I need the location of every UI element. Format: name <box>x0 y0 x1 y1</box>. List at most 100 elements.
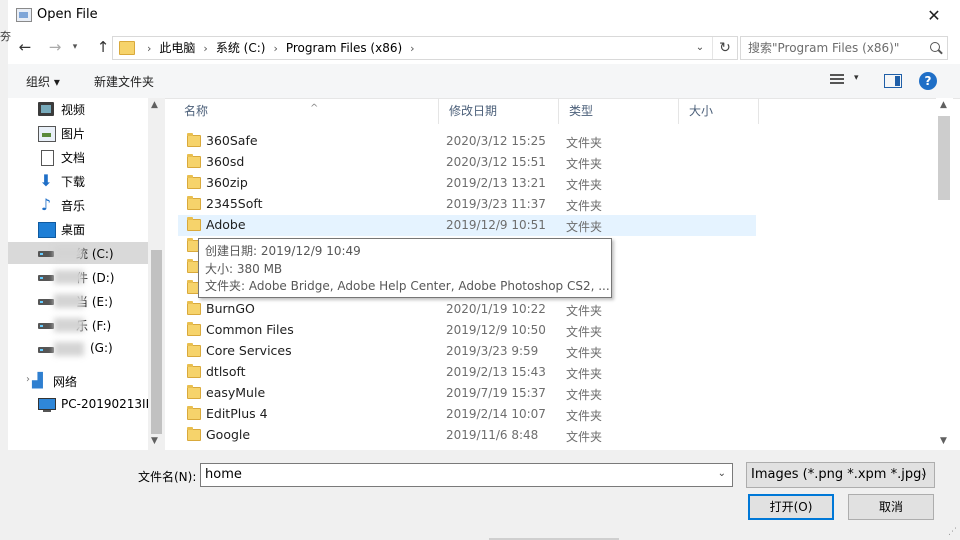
file-name: EditPlus 4 <box>206 406 268 421</box>
column-header-label: 名称 <box>184 104 209 118</box>
open-button[interactable]: 打开(O) <box>748 494 834 520</box>
nav-item-drive-g[interactable]: (G:) <box>8 338 156 360</box>
nav-item-videos[interactable]: 视频 <box>8 98 156 120</box>
column-header-name[interactable]: 名称 ^ <box>174 98 439 124</box>
resize-grip-icon[interactable]: ⋰ <box>948 527 957 537</box>
folder-icon <box>187 301 201 315</box>
scrollbar-thumb[interactable] <box>938 116 950 200</box>
chevron-down-icon[interactable]: ▾ <box>854 73 859 83</box>
table-row[interactable]: 360sd 2020/3/12 15:51 文件夹 <box>178 152 756 173</box>
tooltip-created: 创建日期: 2019/12/9 10:49 <box>205 244 361 258</box>
chevron-up-icon[interactable]: ▲ <box>940 100 947 110</box>
help-icon[interactable]: ? <box>919 72 937 90</box>
file-name: Google <box>206 427 251 442</box>
file-type: 文件夹 <box>566 409 603 423</box>
breadcrumb-separator-icon[interactable]: › <box>410 42 414 55</box>
file-type: 文件夹 <box>566 157 603 171</box>
table-row[interactable]: Google 2019/11/6 8:48 文件夹 <box>178 425 756 446</box>
sort-ascending-icon: ^ <box>310 103 319 114</box>
filename-input[interactable]: home ⌄ <box>200 463 733 487</box>
table-row[interactable]: Core Services 2019/3/23 9:59 文件夹 <box>178 341 756 362</box>
organize-button[interactable]: 组织 ▾ <box>26 73 60 90</box>
file-date: 2020/1/19 10:22 <box>446 302 546 316</box>
breadcrumb-separator-icon[interactable]: › <box>203 42 207 55</box>
table-row[interactable]: BurnGO 2020/1/19 10:22 文件夹 <box>178 299 756 320</box>
column-header-type[interactable]: 类型 <box>559 98 679 124</box>
nav-item-label: PC-20190213IR <box>61 397 154 411</box>
breadcrumb-drive-c[interactable]: 系统 (C:) <box>216 41 266 55</box>
nav-item-desktop[interactable]: 桌面 <box>8 218 156 240</box>
address-bar[interactable]: › 此电脑 › 系统 (C:) › Program Files (x86) › ⌄ ↻ <box>112 36 738 60</box>
nav-item-computer[interactable]: PC-20190213IR <box>8 394 156 416</box>
table-row[interactable]: Common Files 2019/12/9 10:50 文件夹 <box>178 320 756 341</box>
file-date: 2019/3/23 11:37 <box>446 197 546 211</box>
column-header-size[interactable]: 大小 <box>679 98 759 124</box>
search-icon[interactable] <box>930 42 940 52</box>
nav-item-music[interactable]: ♪ 音乐 <box>8 194 156 216</box>
nav-item-drive-f[interactable]: 乐 (F:) <box>8 314 156 336</box>
nav-item-network[interactable]: › ▟ 网络 <box>8 370 156 392</box>
arrow-right-icon: → <box>48 38 62 56</box>
chevron-down-icon[interactable]: ⌄ <box>718 468 726 479</box>
chevron-right-icon[interactable]: › <box>26 374 30 385</box>
file-date: 2019/11/6 8:48 <box>446 428 539 442</box>
column-header-date[interactable]: 修改日期 <box>439 98 559 124</box>
table-row[interactable]: EditPlus 4 2019/2/14 10:07 文件夹 <box>178 404 756 425</box>
file-name: Common Files <box>206 322 294 337</box>
table-row[interactable]: dtlsoft 2019/2/13 15:43 文件夹 <box>178 362 756 383</box>
breadcrumb-this-pc[interactable]: 此电脑 <box>159 41 195 55</box>
file-name: dtlsoft <box>206 364 246 379</box>
title-bar: Open File ✕ <box>8 0 960 32</box>
file-type-filter[interactable]: Images (*.png *.xpm *.jpg) ⌄ <box>746 462 935 488</box>
file-type: 文件夹 <box>566 388 603 402</box>
table-row-hovered[interactable]: Adobe 2019/12/9 10:51 文件夹 <box>178 215 756 236</box>
refresh-button[interactable]: ↻ <box>712 37 737 59</box>
file-name: 2345Soft <box>206 196 263 211</box>
chevron-down-icon[interactable]: ▼ <box>151 436 158 446</box>
nav-item-drive-e[interactable]: 当 (E:) <box>8 290 156 312</box>
view-options-icon[interactable] <box>830 74 844 86</box>
file-date: 2019/3/23 9:59 <box>446 344 539 358</box>
file-date: 2020/3/12 15:25 <box>446 134 546 148</box>
close-button[interactable]: ✕ <box>914 3 954 29</box>
nav-item-downloads[interactable]: ⬇ 下载 <box>8 170 156 192</box>
preview-pane-icon[interactable] <box>884 74 902 88</box>
nav-item-documents[interactable]: 文档 <box>8 146 156 168</box>
table-row[interactable]: 2345Soft 2019/3/23 11:37 文件夹 <box>178 194 756 215</box>
cancel-button[interactable]: 取消 <box>848 494 934 520</box>
file-name: easyMule <box>206 385 266 400</box>
file-type: 文件夹 <box>566 304 603 318</box>
address-dropdown-button[interactable]: ⌄ <box>689 37 711 59</box>
table-row[interactable]: 360zip 2019/2/13 13:21 文件夹 <box>178 173 756 194</box>
chevron-up-icon[interactable]: ▲ <box>151 100 158 110</box>
recent-locations-button[interactable]: ▾ <box>64 36 86 58</box>
back-button[interactable]: ← <box>14 36 36 58</box>
breadcrumb-separator-icon[interactable]: › <box>273 42 277 55</box>
file-name: BurnGO <box>206 301 255 316</box>
file-date: 2019/2/13 15:43 <box>446 365 546 379</box>
nav-item-drive-c[interactable]: 统 (C:) <box>8 242 156 264</box>
pictures-icon <box>38 126 56 142</box>
file-type: 文件夹 <box>566 346 603 360</box>
forward-button[interactable]: → <box>44 36 66 58</box>
chevron-down-icon[interactable]: ▼ <box>940 436 947 446</box>
up-button[interactable]: ↑ <box>92 36 114 58</box>
chevron-down-icon: ▾ <box>72 42 78 52</box>
nav-item-label: 桌面 <box>61 223 86 237</box>
arrow-up-icon: ↑ <box>96 38 110 56</box>
breadcrumb-program-files[interactable]: Program Files (x86) <box>286 41 402 55</box>
file-list-scrollbar[interactable]: ▲ ▼ <box>936 98 953 450</box>
new-folder-button[interactable]: 新建文件夹 <box>94 73 154 90</box>
nav-item-pictures[interactable]: 图片 <box>8 122 156 144</box>
file-type: 文件夹 <box>566 325 603 339</box>
nav-item-drive-d[interactable]: 件 (D:) <box>8 266 156 288</box>
search-input[interactable]: 搜索"Program Files (x86)" <box>740 36 948 60</box>
tooltip-folders: 文件夹: Adobe Bridge, Adobe Help Center, Ad… <box>205 279 610 293</box>
network-icon: ▟ <box>32 373 43 389</box>
nav-scrollbar[interactable]: ▲ ▼ <box>148 98 165 450</box>
scrollbar-thumb[interactable] <box>151 250 162 434</box>
table-row[interactable]: 360Safe 2020/3/12 15:25 文件夹 <box>178 131 756 152</box>
table-row[interactable]: easyMule 2019/7/19 15:37 文件夹 <box>178 383 756 404</box>
search-placeholder: 搜索"Program Files (x86)" <box>748 41 900 55</box>
column-headers: 名称 ^ 修改日期 类型 大小 <box>168 98 936 124</box>
